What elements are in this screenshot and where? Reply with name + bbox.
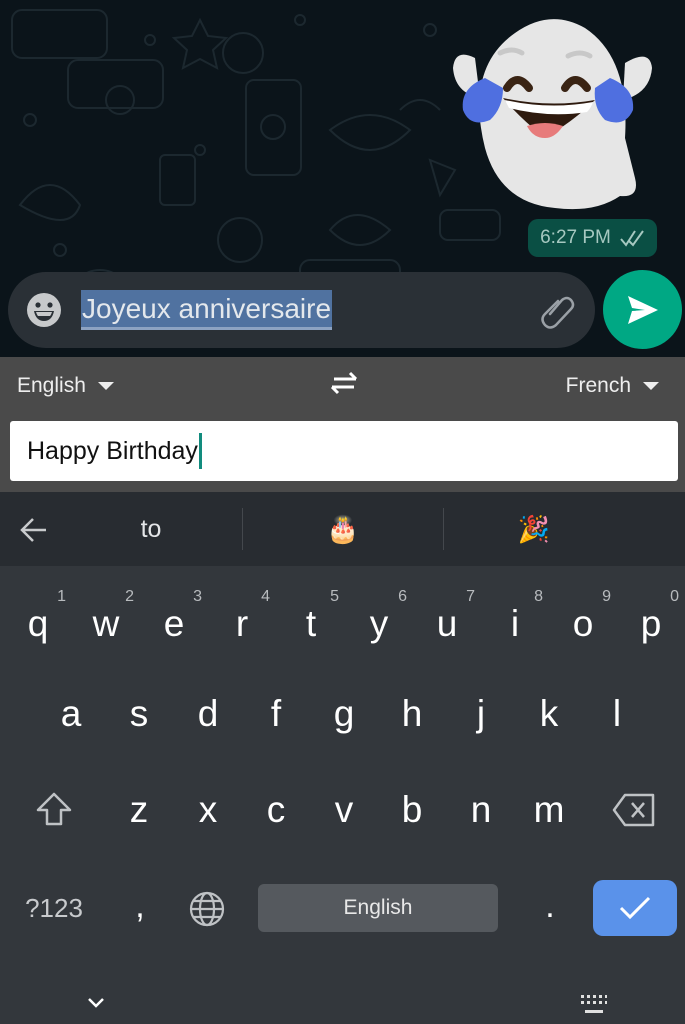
laughing-ghost-sticker[interactable] (445, 8, 660, 218)
key-label: p (640, 603, 662, 644)
suggestion-item[interactable]: 🎂 (243, 492, 443, 566)
key-c[interactable]: c (242, 762, 310, 858)
dropdown-arrow-icon (97, 382, 114, 390)
key-v[interactable]: v (310, 762, 378, 858)
key-q[interactable]: q1 (4, 576, 72, 672)
key-b[interactable]: b (378, 762, 446, 858)
key-label: t (305, 603, 317, 644)
shift-key[interactable] (20, 762, 88, 858)
key-i[interactable]: i8 (481, 576, 549, 672)
suggestion-strip: to 🎂 🎉 (0, 492, 685, 566)
key-label: o (572, 603, 594, 644)
message-input[interactable]: Joyeux anniversaire (81, 290, 333, 330)
smiley-icon[interactable] (26, 292, 62, 328)
target-language-label: French (565, 374, 631, 397)
send-icon (627, 295, 658, 324)
shift-icon (36, 792, 72, 826)
key-hint: 5 (330, 588, 339, 605)
key-label: i (510, 603, 520, 644)
key-label: e (163, 603, 185, 644)
globe-icon (189, 891, 225, 927)
key-k[interactable]: k (515, 666, 583, 762)
symbols-key[interactable]: ?123 (14, 888, 94, 928)
key-l[interactable]: l (583, 666, 651, 762)
key-hint: 0 (670, 588, 679, 605)
enter-key[interactable] (593, 880, 677, 936)
translate-input-field[interactable]: Happy Birthday (10, 421, 678, 481)
key-hint: 6 (398, 588, 407, 605)
suggestion-item[interactable]: to (60, 492, 242, 566)
message-timestamp-badge: 6:27 PM (528, 219, 657, 257)
target-language-selector[interactable]: French (566, 371, 659, 401)
text-caret (198, 433, 202, 469)
key-f[interactable]: f (242, 666, 310, 762)
key-hint: 7 (466, 588, 475, 605)
source-language-label: English (17, 374, 86, 397)
suggestion-item[interactable]: 🎉 (444, 492, 624, 566)
language-switch-key[interactable] (182, 884, 232, 934)
key-label: r (235, 603, 249, 644)
message-time: 6:27 PM (540, 227, 611, 248)
key-label: y (369, 603, 389, 644)
keyboard: q1 w2 e3 r4 t5 y6 u7 i8 o9 p0 a s d f g … (0, 566, 685, 1024)
key-t[interactable]: t5 (277, 576, 345, 672)
key-e[interactable]: e3 (140, 576, 208, 672)
checkmark-icon (619, 896, 651, 920)
key-hint: 4 (261, 588, 270, 605)
translate-input-text: Happy Birthday (27, 436, 198, 465)
key-hint: 3 (193, 588, 202, 605)
key-hint: 8 (534, 588, 543, 605)
paperclip-icon[interactable] (538, 292, 576, 330)
key-u[interactable]: u7 (413, 576, 481, 672)
back-arrow-icon[interactable] (18, 514, 50, 546)
key-s[interactable]: s (105, 666, 173, 762)
dropdown-arrow-icon (643, 382, 659, 390)
key-a[interactable]: a (37, 666, 105, 762)
backspace-key[interactable] (600, 762, 668, 858)
key-w[interactable]: w2 (72, 576, 140, 672)
period-key[interactable]: . (520, 876, 580, 936)
hide-keyboard-chevron-icon[interactable] (86, 996, 106, 1010)
key-label: w (92, 603, 120, 644)
key-z[interactable]: z (105, 762, 173, 858)
key-x[interactable]: x (174, 762, 242, 858)
key-m[interactable]: m (515, 762, 583, 858)
key-r[interactable]: r4 (208, 576, 276, 672)
source-language-selector[interactable]: English (17, 371, 114, 401)
key-n[interactable]: n (447, 762, 515, 858)
message-compose-bar: Joyeux anniversaire (8, 272, 595, 348)
backspace-icon (612, 793, 655, 827)
space-bar[interactable]: English (258, 884, 498, 932)
key-o[interactable]: o9 (549, 576, 617, 672)
key-g[interactable]: g (310, 666, 378, 762)
swap-languages-icon[interactable] (326, 367, 362, 399)
translate-panel: English French Happy Birthday (0, 357, 685, 492)
double-check-read-icon (620, 230, 644, 247)
keyboard-switcher-icon[interactable] (580, 994, 608, 1016)
comma-key[interactable]: , (110, 876, 170, 936)
key-hint: 1 (57, 588, 66, 605)
key-label: u (436, 603, 458, 644)
key-hint: 2 (125, 588, 134, 605)
key-y[interactable]: y6 (345, 576, 413, 672)
chat-area: 6:27 PM Joyeux anniversaire (0, 0, 685, 357)
key-d[interactable]: d (174, 666, 242, 762)
key-label: q (27, 603, 49, 644)
key-p[interactable]: p0 (617, 576, 685, 672)
key-j[interactable]: j (447, 666, 515, 762)
key-hint: 9 (602, 588, 611, 605)
key-h[interactable]: h (378, 666, 446, 762)
send-button[interactable] (603, 270, 682, 349)
